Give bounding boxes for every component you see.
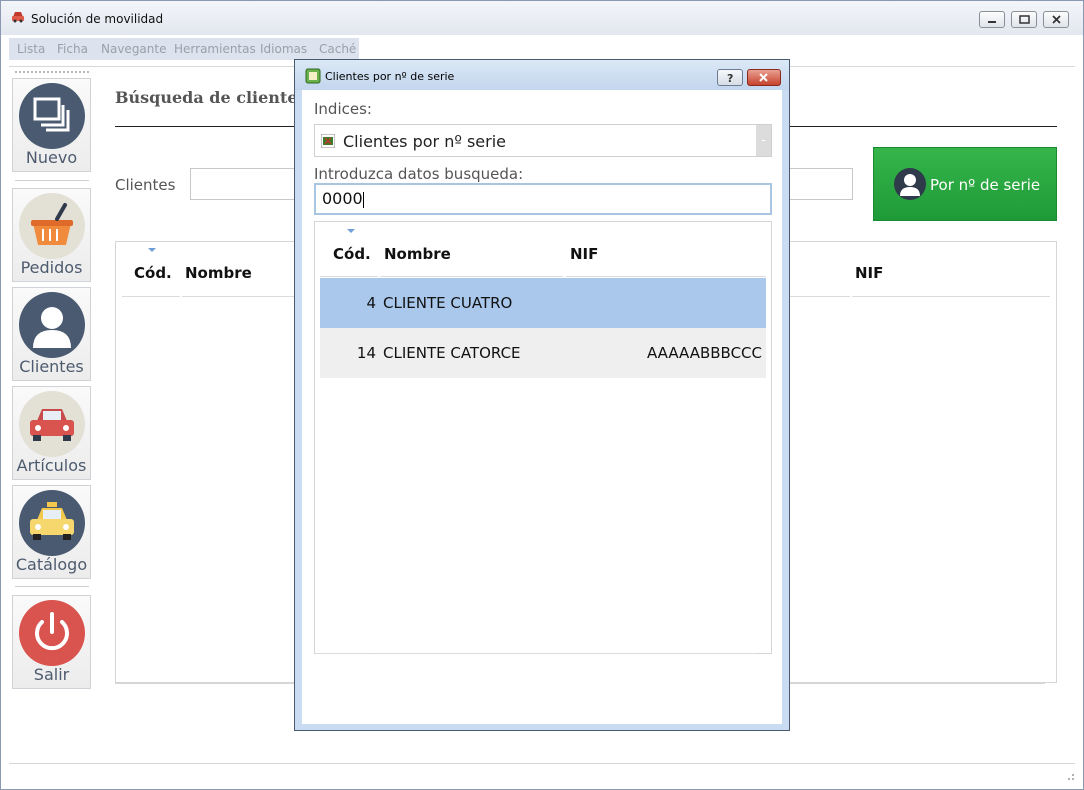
sidebar-item-label: Clientes <box>19 357 84 376</box>
table-row[interactable]: 4 CLIENTE CUATRO <box>320 278 766 328</box>
header-divider <box>320 276 378 277</box>
footer-divider <box>375 653 559 654</box>
column-header-cod[interactable]: Cód. <box>333 245 371 263</box>
sidebar-item-label: Nuevo <box>25 148 78 167</box>
title-bar[interactable]: Solución de movilidad <box>1 1 1083 35</box>
user-icon <box>19 292 85 358</box>
header-divider <box>122 296 180 297</box>
indices-label: Indices: <box>314 100 372 118</box>
close-button[interactable] <box>1043 11 1069 28</box>
sidebar-divider <box>15 586 89 587</box>
dialog-body: Indices: Clientes por nº serie - Introdu… <box>302 90 782 724</box>
sidebar-item-pedidos[interactable]: Pedidos <box>12 188 91 282</box>
serial-search-dialog: Clientes por nº de serie ? Indices: Clie… <box>294 59 790 731</box>
row-nif: AAAAABBBCCC <box>646 344 762 362</box>
menu-bar: Lista Ficha Navegante Herramientas Idiom… <box>9 38 359 60</box>
search-input[interactable]: 0000 <box>314 183 772 215</box>
header-divider <box>566 276 766 277</box>
user-icon <box>894 168 926 200</box>
menu-cache[interactable]: Caché <box>319 42 356 56</box>
column-header-nombre[interactable]: Nombre <box>384 245 451 263</box>
sidebar-item-label: Artículos <box>16 456 87 475</box>
dialog-title-bar[interactable]: Clientes por nº de serie ? <box>295 60 789 90</box>
window-title: Solución de movilidad <box>31 12 164 26</box>
clients-label: Clientes <box>115 176 176 194</box>
dialog-results-table[interactable]: Cód. Nombre NIF 4 CLIENTE CUATRO 14 CLIE… <box>314 221 772 654</box>
car-icon <box>19 391 85 457</box>
search-input-value: 0000 <box>322 189 363 208</box>
sort-indicator-icon <box>347 229 355 233</box>
column-header-nif[interactable]: NIF <box>570 245 598 263</box>
minimize-icon <box>988 21 996 23</box>
power-icon <box>19 600 85 666</box>
taxi-icon <box>19 490 85 556</box>
text-caret <box>362 191 364 208</box>
sidebar-item-clientes[interactable]: Clientes <box>12 287 91 381</box>
search-by-serial-button[interactable]: Por nº de serie <box>873 147 1057 221</box>
search-data-label: Introduzca datos busqueda: <box>314 165 524 183</box>
stack-icon <box>19 83 85 149</box>
maximize-icon <box>1019 15 1030 24</box>
search-by-serial-label: Por nº de serie <box>930 176 1041 194</box>
close-icon <box>759 73 768 82</box>
sidebar-divider <box>15 180 89 181</box>
dialog-close-button[interactable] <box>747 69 781 86</box>
column-header-nif[interactable]: NIF <box>855 264 883 282</box>
index-select[interactable]: Clientes por nº serie - <box>314 124 772 157</box>
svg-text:?: ? <box>727 72 733 85</box>
menu-idiomas[interactable]: Idiomas <box>260 42 307 56</box>
header-divider <box>380 276 563 277</box>
sidebar-item-label: Salir <box>33 665 70 684</box>
sidebar-grip <box>15 71 89 73</box>
sort-indicator-icon <box>148 248 156 252</box>
row-nombre: CLIENTE CUATRO <box>383 294 513 312</box>
sidebar-item-label: Catálogo <box>15 555 88 574</box>
sidebar-item-articulos[interactable]: Artículos <box>12 386 91 480</box>
dialog-title: Clientes por nº de serie <box>325 70 455 83</box>
column-header-nombre[interactable]: Nombre <box>185 264 252 282</box>
row-cod: 14 <box>356 344 376 362</box>
sidebar-item-catalogo[interactable]: Catálogo <box>12 485 91 579</box>
index-icon <box>321 134 335 148</box>
menu-herramientas[interactable]: Herramientas <box>174 42 256 56</box>
dialog-app-icon <box>305 68 321 84</box>
footer-divider <box>315 653 373 654</box>
menu-navegante[interactable]: Navegante <box>101 42 166 56</box>
menu-lista[interactable]: Lista <box>17 42 45 56</box>
sidebar-item-label: Pedidos <box>20 258 83 277</box>
help-button[interactable]: ? <box>717 69 743 86</box>
table-row[interactable]: 14 CLIENTE CATORCE AAAAABBBCCC <box>320 328 766 378</box>
status-bar-divider <box>9 763 1075 764</box>
maximize-button[interactable] <box>1011 11 1037 28</box>
close-icon <box>1052 15 1061 24</box>
menu-ficha[interactable]: Ficha <box>57 42 88 56</box>
help-icon: ? <box>727 72 733 85</box>
header-divider <box>852 296 1050 297</box>
sidebar-item-salir[interactable]: Salir <box>12 595 91 689</box>
dropdown-arrow-icon[interactable]: - <box>756 125 771 156</box>
index-selected-value: Clientes por nº serie <box>343 132 507 151</box>
sidebar-item-nuevo[interactable]: Nuevo <box>12 78 91 172</box>
row-nombre: CLIENTE CATORCE <box>383 344 521 362</box>
basket-icon <box>19 193 85 259</box>
car-icon <box>12 12 24 23</box>
column-header-cod[interactable]: Cód. <box>134 264 172 282</box>
page-title: Búsqueda de clientes <box>115 88 307 107</box>
row-cod: 4 <box>366 294 376 312</box>
footer-divider <box>561 653 757 654</box>
minimize-button[interactable] <box>979 11 1005 28</box>
resize-grip-icon[interactable] <box>1065 771 1075 781</box>
